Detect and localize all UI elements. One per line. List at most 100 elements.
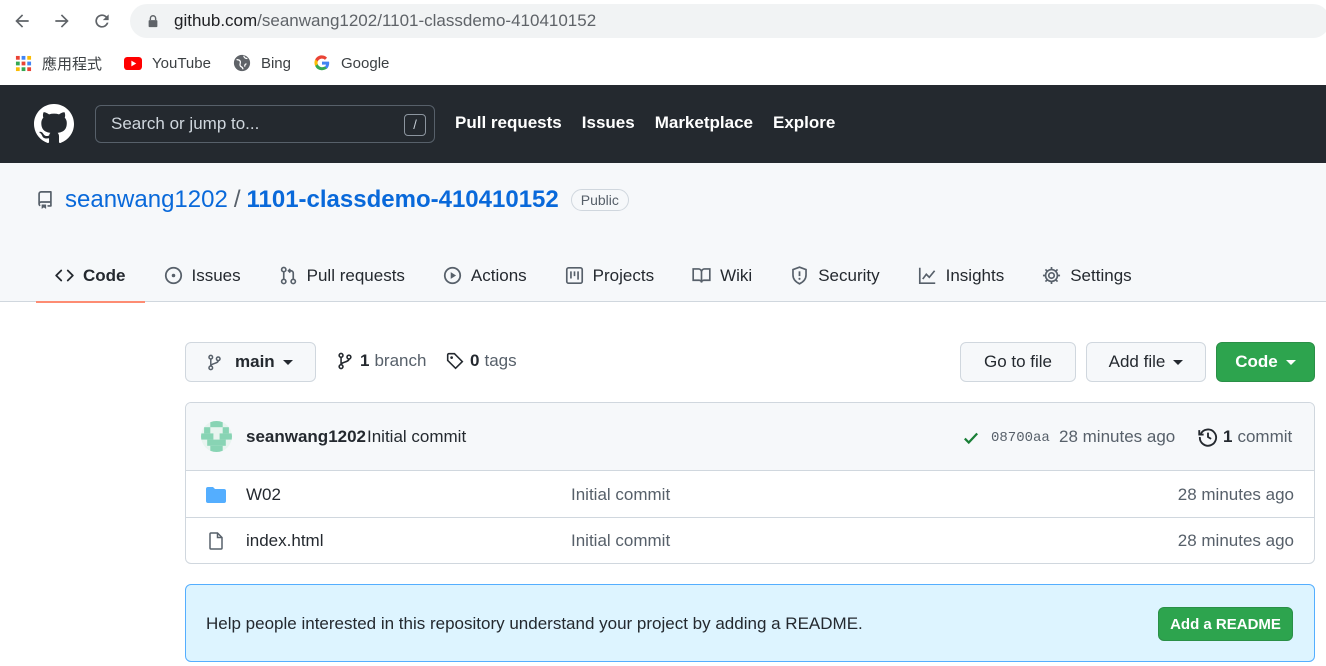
git-branch-icon [338, 352, 352, 370]
tab-label: Settings [1070, 265, 1132, 285]
bookmark-bing[interactable]: Bing [233, 54, 291, 72]
latest-commit-bar: seanwang1202 Initial commit 08700aa 28 m… [186, 403, 1314, 471]
global-nav: Pull requests Issues Marketplace Explore [455, 113, 835, 133]
tab-insights[interactable]: Insights [899, 249, 1024, 302]
branch-name: main [235, 352, 275, 371]
code-download-button[interactable]: Code [1216, 342, 1315, 382]
tab-actions[interactable]: Actions [424, 249, 546, 302]
repo-tabs: Code Issues Pull requests Actions Projec… [36, 249, 1151, 303]
branches-link[interactable]: 1 branch [336, 351, 426, 371]
bookmark-label: Google [341, 54, 390, 72]
play-icon [443, 266, 462, 285]
forward-button[interactable] [48, 7, 76, 35]
bookmark-label: Bing [260, 54, 291, 72]
bookmark-google[interactable]: Google [313, 54, 389, 72]
file-name-link[interactable]: W02 [246, 485, 281, 505]
globe-icon [233, 54, 251, 72]
check-icon[interactable] [962, 429, 980, 447]
nav-marketplace[interactable]: Marketplace [655, 113, 753, 133]
repo-name-link[interactable]: 1101-classdemo-410410152 [246, 186, 558, 214]
tab-wiki[interactable]: Wiki [673, 249, 771, 302]
nav-explore[interactable]: Explore [773, 113, 835, 133]
tab-issues[interactable]: Issues [145, 249, 260, 302]
go-to-file-button[interactable]: Go to file [960, 342, 1076, 382]
reload-button[interactable] [88, 7, 116, 35]
tab-label: Wiki [720, 265, 753, 285]
avatar[interactable] [201, 421, 232, 452]
tab-settings[interactable]: Settings [1023, 249, 1150, 302]
lock-icon [148, 15, 158, 28]
bookmark-apps[interactable]: 應用程式 [14, 53, 102, 74]
gear-icon [1043, 266, 1061, 285]
commit-history-link[interactable]: 1 commit [1198, 427, 1292, 447]
tab-label: Code [83, 265, 126, 285]
readme-prompt: Help people interested in this repositor… [185, 584, 1315, 662]
tab-label: Security [818, 265, 880, 285]
branch-select-button[interactable]: main [185, 342, 316, 382]
git-branch-icon [208, 354, 221, 370]
chevron-down-icon [1173, 359, 1184, 365]
back-button[interactable] [8, 7, 36, 35]
chevron-down-icon [1285, 359, 1296, 365]
file-commit-message[interactable]: Initial commit [571, 531, 670, 551]
readme-prompt-text: Help people interested in this repositor… [206, 614, 863, 633]
issue-icon [164, 266, 182, 285]
apps-grid-icon [14, 54, 32, 72]
branch-count: 1 [360, 351, 370, 370]
address-bar[interactable]: github.com/seanwang1202/1101-classdemo-4… [130, 4, 1326, 38]
bookmark-label: 應用程式 [42, 55, 103, 73]
graph-icon [918, 267, 935, 285]
bookmark-label: YouTube [152, 54, 211, 72]
tab-code[interactable]: Code [36, 249, 145, 303]
add-file-button[interactable]: Add file [1086, 342, 1206, 382]
repo-title: seanwang1202 / 1101-classdemo-410410152 … [36, 186, 629, 214]
tab-projects[interactable]: Projects [546, 249, 673, 302]
nav-pull-requests[interactable]: Pull requests [455, 113, 562, 133]
commit-word: commit [1237, 427, 1293, 446]
file-commit-age: 28 minutes ago [1177, 485, 1294, 504]
branch-word: branch [374, 351, 427, 370]
file-browser: seanwang1202 Initial commit 08700aa 28 m… [185, 402, 1315, 564]
file-icon [209, 532, 223, 550]
folder-icon [206, 487, 226, 503]
browser-toolbar: github.com/seanwang1202/1101-classdemo-4… [0, 0, 1326, 42]
file-name-link[interactable]: index.html [246, 531, 323, 551]
bookmarks-bar: 應用程式 YouTube Bing Google [0, 42, 1326, 84]
shield-icon [792, 266, 808, 285]
commit-message[interactable]: Initial commit [367, 427, 466, 447]
pull-request-icon [280, 266, 296, 285]
add-file-label: Add file [1108, 352, 1166, 371]
arrow-right-icon [55, 14, 69, 28]
add-readme-button[interactable]: Add a README [1158, 607, 1293, 641]
search-input[interactable] [96, 106, 434, 142]
tab-security[interactable]: Security [771, 249, 898, 302]
tag-count: 0 [470, 351, 480, 370]
visibility-badge: Public [570, 189, 629, 211]
reload-icon [95, 14, 109, 28]
project-icon [565, 266, 583, 285]
file-commit-message[interactable]: Initial commit [571, 485, 670, 505]
arrow-left-icon [15, 14, 29, 28]
commit-author[interactable]: seanwang1202 [246, 427, 366, 447]
tags-link[interactable]: 0 tags [446, 351, 517, 371]
tag-word: tags [484, 351, 517, 370]
chevron-down-icon [282, 359, 293, 365]
youtube-icon [124, 54, 143, 72]
bookmark-youtube[interactable]: YouTube [124, 54, 211, 72]
tab-label: Issues [191, 265, 241, 285]
github-logo-icon[interactable] [34, 104, 74, 144]
tag-icon [446, 352, 464, 370]
github-header: / Pull requests Issues Marketplace Explo… [0, 85, 1326, 163]
search-box[interactable]: / [95, 105, 435, 143]
tab-pull-requests[interactable]: Pull requests [260, 249, 424, 302]
url-text: github.com/seanwang1202/1101-classdemo-4… [174, 11, 597, 30]
commit-sha[interactable]: 08700aa [991, 430, 1050, 446]
search-shortcut-key: / [404, 114, 426, 136]
table-row: index.html Initial commit 28 minutes ago [186, 518, 1314, 563]
code-icon [55, 269, 74, 282]
history-icon [1198, 428, 1217, 447]
repo-owner-link[interactable]: seanwang1202 [65, 186, 228, 214]
commit-age: 28 minutes ago [1059, 427, 1176, 446]
nav-issues[interactable]: Issues [582, 113, 635, 133]
repo-path-separator: / [233, 186, 241, 213]
